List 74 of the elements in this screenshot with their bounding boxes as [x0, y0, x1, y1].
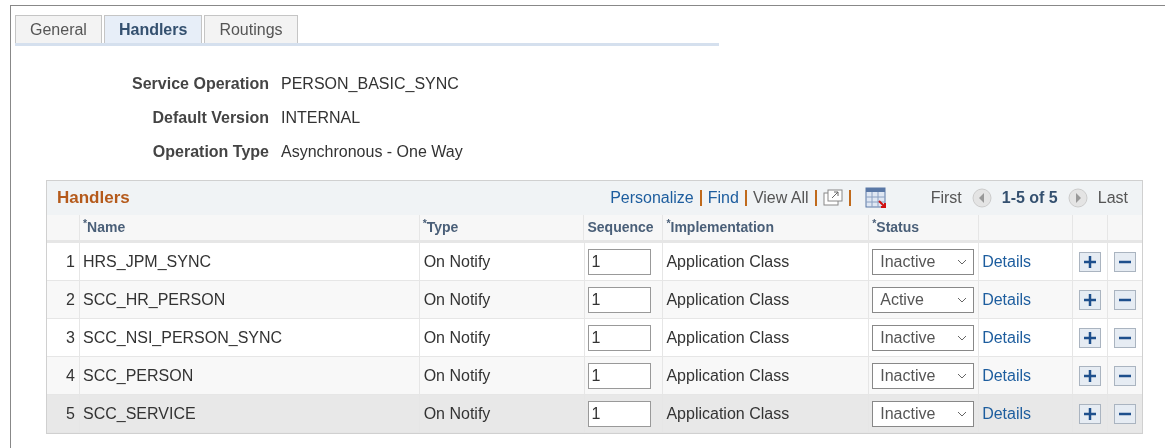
table-cell-text: Application Class	[666, 403, 790, 424]
table-cell-text: SCC_SERVICE	[82, 403, 196, 424]
delete-row-icon[interactable]	[1114, 327, 1137, 348]
field-value: Asynchronous - One Way	[281, 142, 463, 162]
row-number: 2	[66, 290, 75, 308]
table-cell-text: Application Class	[666, 251, 790, 272]
column-header: Sequence	[587, 218, 654, 237]
sequence-field[interactable]: 1	[587, 400, 651, 427]
table-cell-text: SCC_PERSON	[82, 365, 194, 386]
chevron-down-icon	[957, 410, 968, 417]
spreadsheet-icon[interactable]	[864, 187, 887, 209]
delete-row-icon[interactable]	[1114, 403, 1137, 424]
table-cell-text: On Notify	[423, 251, 491, 272]
chevron-down-icon	[957, 296, 968, 303]
view-all-link[interactable]: View All	[752, 186, 809, 210]
chevron-down-icon	[957, 372, 968, 379]
sequence-field[interactable]: 1	[587, 248, 651, 275]
page-range: 1-5 of 5	[1001, 188, 1058, 208]
table-cell-text: Application Class	[666, 327, 790, 348]
row-number: 1	[66, 252, 75, 270]
field-label: Operation Type	[151, 142, 269, 162]
table-cell-text: SCC_HR_PERSON	[82, 289, 226, 310]
tab[interactable]: Routings	[204, 15, 298, 43]
sequence-field[interactable]: 1	[587, 362, 651, 389]
delete-row-icon[interactable]	[1114, 365, 1137, 386]
details-link[interactable]: Details	[982, 401, 1032, 426]
field-value: PERSON_BASIC_SYNC	[281, 74, 459, 94]
field-label: Default Version	[151, 108, 269, 128]
details-link[interactable]: Details	[982, 363, 1032, 388]
table-cell-text: On Notify	[423, 365, 491, 386]
add-row-icon[interactable]	[1079, 327, 1102, 348]
column-header: $^{*}$Type	[422, 217, 459, 237]
sequence-field[interactable]: 1	[587, 286, 651, 313]
last-label: Last	[1097, 188, 1128, 208]
column-header: $^{*}$Implementation	[666, 217, 774, 237]
field-label: Service Operation	[131, 74, 269, 94]
grid-title: Handlers	[57, 187, 130, 210]
table-cell-text: On Notify	[423, 403, 491, 424]
row-number: 3	[66, 328, 75, 346]
next-icon[interactable]	[1067, 188, 1088, 208]
status-dropdown[interactable]: Inactive	[872, 400, 975, 427]
row-number: 5	[66, 404, 75, 422]
table-cell-text: SCC_NSI_PERSON_SYNC	[82, 327, 283, 348]
chevron-down-icon	[957, 258, 968, 265]
find-link[interactable]: Find	[707, 186, 739, 210]
tab[interactable]: Handlers	[103, 15, 203, 43]
sequence-field[interactable]: 1	[587, 324, 651, 351]
personalize-link[interactable]: Personalize	[610, 186, 694, 210]
first-label: First	[930, 188, 962, 208]
column-header: $^{*}$Name	[82, 217, 126, 237]
row-number: 4	[66, 366, 75, 384]
field-value: INTERNAL	[281, 108, 361, 128]
status-dropdown[interactable]: Active	[872, 286, 975, 313]
add-row-icon[interactable]	[1079, 365, 1102, 386]
delete-row-icon[interactable]	[1114, 289, 1137, 310]
details-link[interactable]: Details	[982, 325, 1032, 350]
delete-row-icon[interactable]	[1114, 251, 1137, 272]
status-dropdown[interactable]: Inactive	[872, 362, 975, 389]
add-row-icon[interactable]	[1079, 289, 1102, 310]
table-cell-text: HRS_JPM_SYNC	[82, 251, 211, 272]
table-cell-text: Application Class	[666, 365, 790, 386]
add-row-icon[interactable]	[1079, 403, 1102, 424]
table-cell-text: Application Class	[666, 289, 790, 310]
chevron-down-icon	[957, 334, 968, 341]
details-link[interactable]: Details	[982, 249, 1032, 274]
table-cell-text: On Notify	[423, 289, 491, 310]
status-dropdown[interactable]: Inactive	[872, 324, 975, 351]
previous-icon[interactable]	[971, 188, 992, 208]
table-cell-text: On Notify	[423, 327, 491, 348]
add-row-icon[interactable]	[1079, 251, 1102, 272]
column-header: $^{*}$Status	[872, 217, 920, 237]
status-dropdown[interactable]: Inactive	[872, 248, 975, 275]
tab[interactable]: General	[15, 15, 102, 43]
details-link[interactable]: Details	[982, 287, 1032, 312]
